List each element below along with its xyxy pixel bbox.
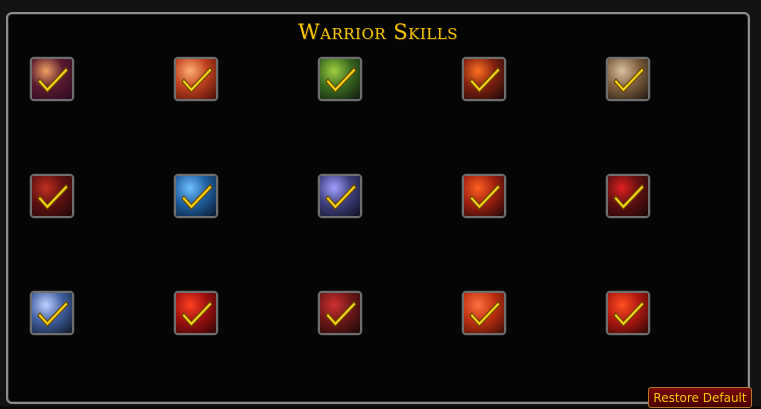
checkmark-icon: [325, 183, 357, 210]
skill-5-icon[interactable]: [606, 57, 650, 101]
skill-12-icon[interactable]: [174, 291, 218, 335]
skill-7-icon[interactable]: [174, 174, 218, 218]
checkmark-icon: [613, 66, 645, 93]
skill-15-icon[interactable]: [606, 291, 650, 335]
checkmark-icon: [181, 66, 213, 93]
skills-panel: Warrior Skills Restore Default: [6, 12, 752, 408]
skill-13-icon[interactable]: [318, 291, 362, 335]
skill-14-icon[interactable]: [462, 291, 506, 335]
skill-1-icon[interactable]: [30, 57, 74, 101]
skill-2-icon[interactable]: [174, 57, 218, 101]
skill-4-icon[interactable]: [462, 57, 506, 101]
checkmark-icon: [37, 300, 69, 327]
skill-10-icon[interactable]: [606, 174, 650, 218]
skill-11-icon[interactable]: [30, 291, 74, 335]
checkmark-icon: [37, 183, 69, 210]
screen-background: Warrior Skills Restore Default: [0, 0, 761, 408]
checkmark-icon: [325, 66, 357, 93]
checkmark-icon: [469, 300, 501, 327]
skill-3-icon[interactable]: [318, 57, 362, 101]
panel-title: Warrior Skills: [298, 20, 458, 44]
checkmark-icon: [613, 183, 645, 210]
restore-default-button[interactable]: Restore Default: [648, 387, 752, 408]
checkmark-icon: [37, 66, 69, 93]
checkmark-icon: [469, 183, 501, 210]
skill-6-icon[interactable]: [30, 174, 74, 218]
checkmark-icon: [181, 300, 213, 327]
checkmark-icon: [469, 66, 501, 93]
checkmark-icon: [325, 300, 357, 327]
skill-8-icon[interactable]: [318, 174, 362, 218]
checkmark-icon: [181, 183, 213, 210]
checkmark-icon: [613, 300, 645, 327]
skill-9-icon[interactable]: [462, 174, 506, 218]
